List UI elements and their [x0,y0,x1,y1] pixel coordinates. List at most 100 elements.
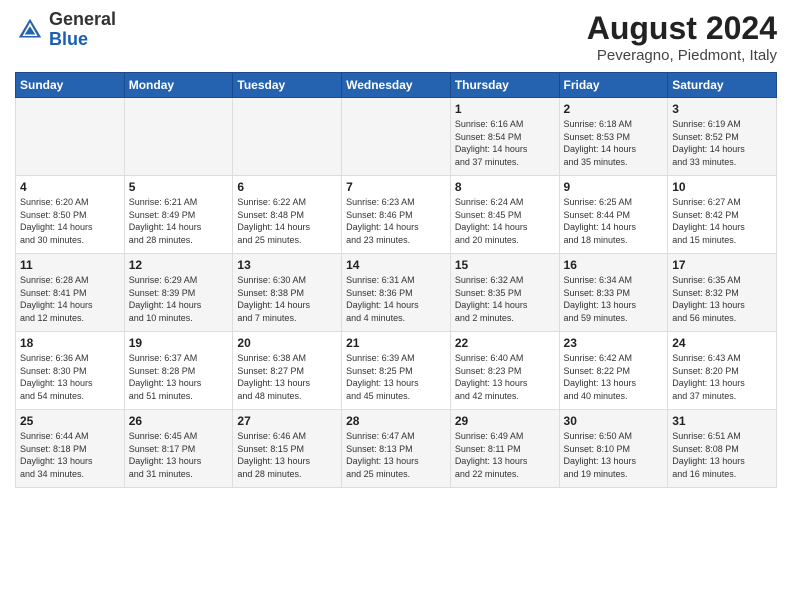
day-info: Sunrise: 6:47 AM Sunset: 8:13 PM Dayligh… [346,430,446,480]
calendar-cell: 21Sunrise: 6:39 AM Sunset: 8:25 PM Dayli… [342,332,451,410]
header-row: Sunday Monday Tuesday Wednesday Thursday… [16,73,777,98]
day-info: Sunrise: 6:35 AM Sunset: 8:32 PM Dayligh… [672,274,772,324]
day-info: Sunrise: 6:19 AM Sunset: 8:52 PM Dayligh… [672,118,772,168]
page-container: General Blue August 2024 Peveragno, Pied… [0,0,792,498]
logo-blue: Blue [49,29,88,49]
calendar-cell: 9 Sunrise: 6:25 AM Sunset: 8:44 PM Daylig… [559,176,668,254]
calendar-cell: 22 Sunrise: 6:40 AM Sunset: 8:23 PM Dayli… [450,332,559,410]
day-info: Sunrise: 6:38 AM Sunset: 8:27 PM Dayligh… [237,352,337,402]
calendar-cell: 26 Sunrise: 6:45 AM Sunset: 8:17 PM Dayli… [124,410,233,488]
day-number: 6 [237,180,337,194]
day-number: 12 [129,258,229,272]
day-number: 28 [346,414,446,428]
calendar-header: Sunday Monday Tuesday Wednesday Thursday… [16,73,777,98]
calendar-cell: 8 Sunrise: 6:24 AM Sunset: 8:45 PM Daylig… [450,176,559,254]
day-info: Sunrise: 6:28 AM Sunset: 8:41 PM Dayligh… [20,274,120,324]
calendar-cell [342,98,451,176]
day-info: Sunrise: 6:22 AM Sunset: 8:48 PM Dayligh… [237,196,337,246]
day-number: 8 [455,180,555,194]
calendar-cell [16,98,125,176]
day-info: Sunrise: 6:51 AM Sunset: 8:08 PM Dayligh… [672,430,772,480]
day-number: 16 [564,258,664,272]
day-info: Sunrise: 6:45 AM Sunset: 8:17 PM Dayligh… [129,430,229,480]
day-number: 22 [455,336,555,350]
day-info: Sunrise: 6:42 AM Sunset: 8:22 PM Dayligh… [564,352,664,402]
calendar-cell: 28 Sunrise: 6:47 AM Sunset: 8:13 PM Dayli… [342,410,451,488]
day-info: Sunrise: 6:25 AM Sunset: 8:44 PM Dayligh… [564,196,664,246]
title-block: August 2024 Peveragno, Piedmont, Italy [587,10,777,64]
day-info: Sunrise: 6:30 AM Sunset: 8:38 PM Dayligh… [237,274,337,324]
calendar-week-2: 4 Sunrise: 6:20 AM Sunset: 8:50 PM Daylig… [16,176,777,254]
calendar-cell: 31 Sunrise: 6:51 AM Sunset: 8:08 PM Dayli… [668,410,777,488]
day-number: 24 [672,336,772,350]
day-number: 18 [20,336,120,350]
day-number: 2 [564,102,664,116]
day-info: Sunrise: 6:20 AM Sunset: 8:50 PM Dayligh… [20,196,120,246]
day-number: 20 [237,336,337,350]
day-number: 17 [672,258,772,272]
day-number: 7 [346,180,446,194]
calendar-cell: 11 Sunrise: 6:28 AM Sunset: 8:41 PM Dayli… [16,254,125,332]
calendar-cell: 6 Sunrise: 6:22 AM Sunset: 8:48 PM Daylig… [233,176,342,254]
calendar-body: 1Sunrise: 6:16 AM Sunset: 8:54 PM Daylig… [16,98,777,488]
col-monday: Monday [124,73,233,98]
col-thursday: Thursday [450,73,559,98]
calendar-cell: 20 Sunrise: 6:38 AM Sunset: 8:27 PM Dayli… [233,332,342,410]
day-number: 19 [129,336,229,350]
day-number: 1 [455,102,555,116]
calendar-cell: 2 Sunrise: 6:18 AM Sunset: 8:53 PM Daylig… [559,98,668,176]
day-number: 23 [564,336,664,350]
day-info: Sunrise: 6:32 AM Sunset: 8:35 PM Dayligh… [455,274,555,324]
day-number: 15 [455,258,555,272]
day-number: 31 [672,414,772,428]
day-info: Sunrise: 6:36 AM Sunset: 8:30 PM Dayligh… [20,352,120,402]
calendar-cell: 29 Sunrise: 6:49 AM Sunset: 8:11 PM Dayli… [450,410,559,488]
col-sunday: Sunday [16,73,125,98]
col-tuesday: Tuesday [233,73,342,98]
calendar-cell [124,98,233,176]
day-info: Sunrise: 6:40 AM Sunset: 8:23 PM Dayligh… [455,352,555,402]
logo: General Blue [15,10,116,50]
day-info: Sunrise: 6:18 AM Sunset: 8:53 PM Dayligh… [564,118,664,168]
calendar-cell [233,98,342,176]
calendar-cell: 4 Sunrise: 6:20 AM Sunset: 8:50 PM Daylig… [16,176,125,254]
day-number: 5 [129,180,229,194]
logo-text: General Blue [49,10,116,50]
logo-icon [15,15,45,45]
calendar-cell: 7Sunrise: 6:23 AM Sunset: 8:46 PM Daylig… [342,176,451,254]
calendar-week-4: 18 Sunrise: 6:36 AM Sunset: 8:30 PM Dayli… [16,332,777,410]
calendar-cell: 17 Sunrise: 6:35 AM Sunset: 8:32 PM Dayli… [668,254,777,332]
day-info: Sunrise: 6:46 AM Sunset: 8:15 PM Dayligh… [237,430,337,480]
day-number: 4 [20,180,120,194]
day-number: 13 [237,258,337,272]
day-number: 10 [672,180,772,194]
location-title: Peveragno, Piedmont, Italy [587,47,777,64]
day-number: 26 [129,414,229,428]
calendar-cell: 5 Sunrise: 6:21 AM Sunset: 8:49 PM Daylig… [124,176,233,254]
day-info: Sunrise: 6:31 AM Sunset: 8:36 PM Dayligh… [346,274,446,324]
day-info: Sunrise: 6:29 AM Sunset: 8:39 PM Dayligh… [129,274,229,324]
day-number: 14 [346,258,446,272]
day-info: Sunrise: 6:49 AM Sunset: 8:11 PM Dayligh… [455,430,555,480]
month-title: August 2024 [587,10,777,47]
header: General Blue August 2024 Peveragno, Pied… [15,10,777,64]
day-number: 9 [564,180,664,194]
calendar-cell: 16 Sunrise: 6:34 AM Sunset: 8:33 PM Dayli… [559,254,668,332]
calendar-cell: 13 Sunrise: 6:30 AM Sunset: 8:38 PM Dayli… [233,254,342,332]
day-info: Sunrise: 6:34 AM Sunset: 8:33 PM Dayligh… [564,274,664,324]
calendar-cell: 23 Sunrise: 6:42 AM Sunset: 8:22 PM Dayli… [559,332,668,410]
day-info: Sunrise: 6:50 AM Sunset: 8:10 PM Dayligh… [564,430,664,480]
calendar-cell: 24Sunrise: 6:43 AM Sunset: 8:20 PM Dayli… [668,332,777,410]
day-number: 29 [455,414,555,428]
day-info: Sunrise: 6:24 AM Sunset: 8:45 PM Dayligh… [455,196,555,246]
day-info: Sunrise: 6:44 AM Sunset: 8:18 PM Dayligh… [20,430,120,480]
calendar-week-5: 25Sunrise: 6:44 AM Sunset: 8:18 PM Dayli… [16,410,777,488]
day-number: 21 [346,336,446,350]
calendar-cell: 1Sunrise: 6:16 AM Sunset: 8:54 PM Daylig… [450,98,559,176]
calendar-table: Sunday Monday Tuesday Wednesday Thursday… [15,72,777,488]
day-info: Sunrise: 6:21 AM Sunset: 8:49 PM Dayligh… [129,196,229,246]
calendar-cell: 10Sunrise: 6:27 AM Sunset: 8:42 PM Dayli… [668,176,777,254]
calendar-cell: 12 Sunrise: 6:29 AM Sunset: 8:39 PM Dayli… [124,254,233,332]
calendar-cell: 18 Sunrise: 6:36 AM Sunset: 8:30 PM Dayli… [16,332,125,410]
day-number: 11 [20,258,120,272]
